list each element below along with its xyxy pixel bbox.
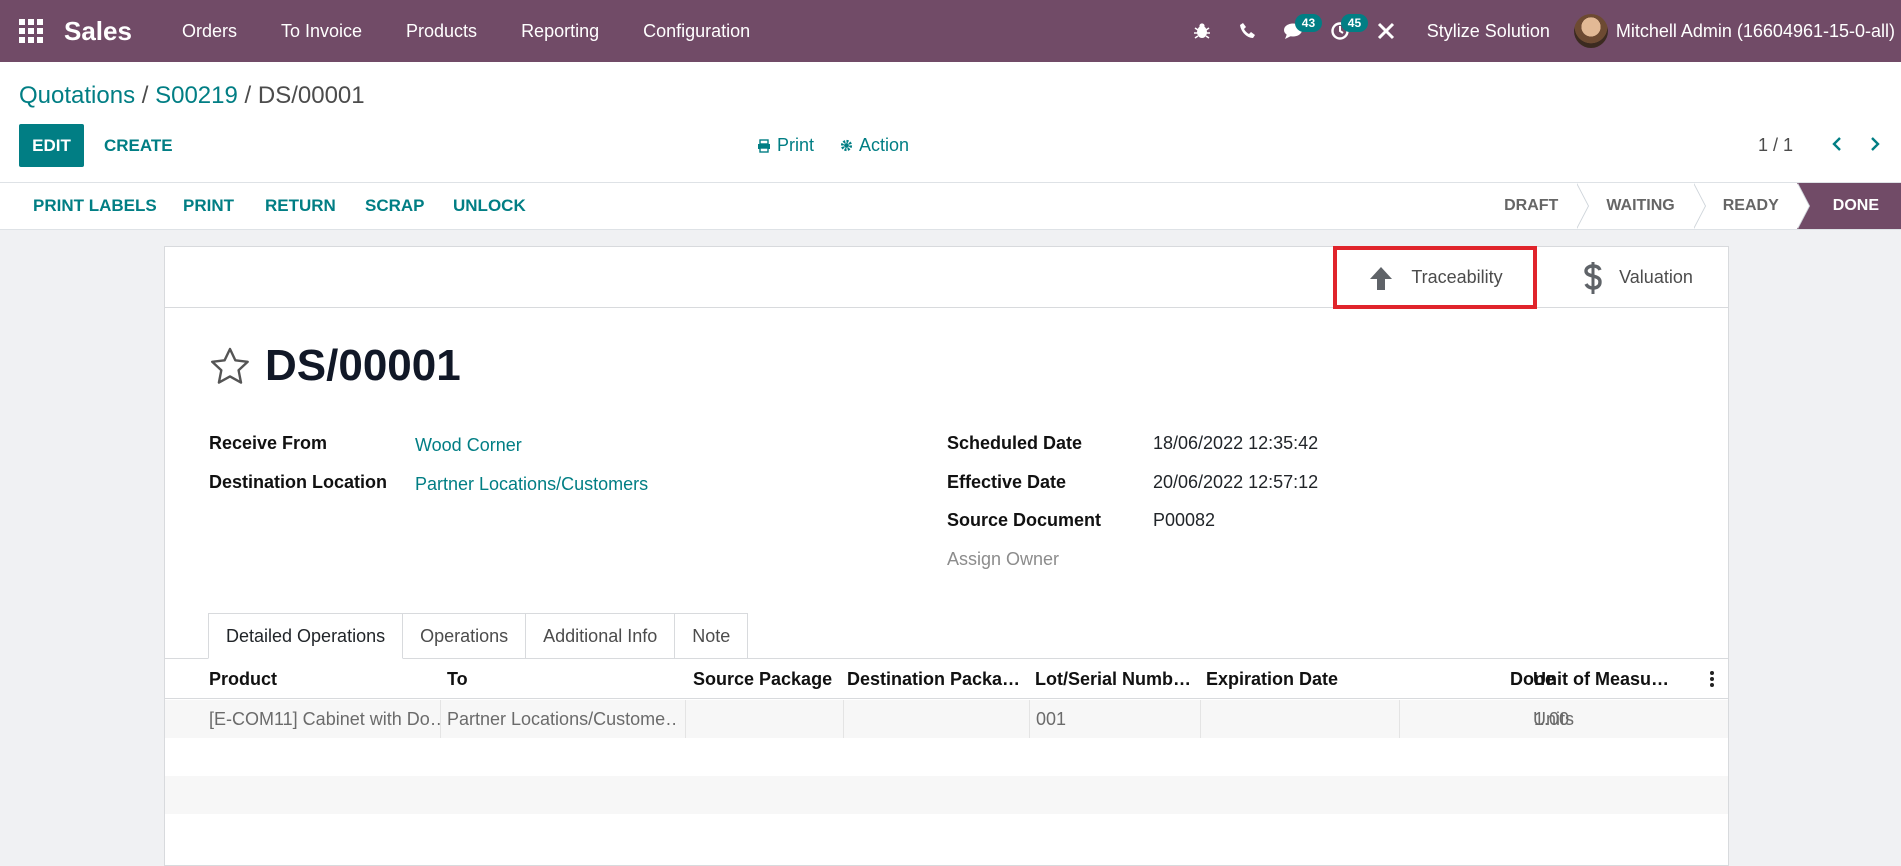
source-document-label: Source Document	[947, 510, 1102, 530]
menu-orders[interactable]: Orders	[160, 0, 259, 62]
breadcrumb-order[interactable]: S00219	[155, 82, 238, 109]
unlock-button[interactable]: UNLOCK	[453, 183, 526, 229]
stage-draft: DRAFT	[1474, 183, 1590, 229]
tab-detailed-operations[interactable]: Detailed Operations	[208, 613, 404, 659]
action-dropdown[interactable]: Action	[840, 135, 909, 156]
breadcrumb-separator: /	[135, 82, 156, 109]
traceability-button[interactable]: Traceability	[1333, 246, 1537, 309]
pager-next-icon[interactable]	[1863, 130, 1887, 158]
table-header: Product To Source Package Destination Pa…	[165, 659, 1728, 699]
menu-products[interactable]: Products	[384, 0, 499, 62]
top-navbar: Sales Orders To Invoice Products Reporti…	[0, 0, 1901, 62]
printer-icon	[758, 138, 770, 153]
effective-date-label: Effective Date	[947, 472, 1067, 492]
stage-done-label: DONE	[1832, 197, 1879, 214]
cell-unit-of-measure: Units	[1533, 708, 1575, 729]
stage-waiting: WAITING	[1576, 183, 1707, 229]
menu-configuration[interactable]: Configuration	[621, 0, 772, 62]
menu-reporting[interactable]: Reporting	[499, 0, 621, 62]
smart-button-box: Traceability Valuation	[165, 246, 1728, 309]
dollar-icon	[1584, 261, 1602, 294]
breadcrumb-current: DS/00001	[257, 82, 365, 109]
col-lot-serial[interactable]: Lot/Serial Numb…	[1035, 659, 1195, 699]
col-destination-package[interactable]: Destination Packa…	[847, 659, 1025, 699]
app-name[interactable]: Sales	[64, 16, 132, 47]
cell-lot-serial: 001	[1036, 708, 1067, 729]
tab-operations[interactable]: Operations	[403, 613, 527, 659]
company-switcher[interactable]: Stylize Solution	[1409, 21, 1574, 42]
phone-icon[interactable]	[1225, 0, 1271, 62]
gear-icon	[840, 139, 853, 152]
action-label: Action	[859, 135, 910, 155]
cell-expiration-date	[1206, 700, 1376, 738]
cell-product: [E-COM11] Cabinet with Do…	[209, 708, 441, 729]
assign-owner-label[interactable]: Assign Owner	[947, 549, 1059, 570]
breadcrumb-separator: /	[237, 82, 258, 109]
arrow-up-icon	[1370, 266, 1393, 290]
pager-value[interactable]: 1 / 1	[1758, 135, 1793, 156]
menu-to-invoice[interactable]: To Invoice	[259, 0, 384, 62]
receive-from-label: Receive From	[209, 433, 328, 453]
effective-date-value: 20/06/2022 12:57:12	[1153, 472, 1319, 492]
traceability-label: Traceability	[1411, 267, 1503, 287]
messages-icon[interactable]: 43	[1271, 0, 1323, 62]
col-source-package[interactable]: Source Package	[693, 659, 841, 699]
cell-destination-package	[847, 700, 1025, 738]
bug-icon[interactable]	[1179, 0, 1225, 62]
cell-to: Partner Locations/Custome…	[447, 708, 679, 729]
col-to[interactable]: To	[447, 659, 677, 699]
tools-icon[interactable]	[1363, 0, 1409, 62]
tab-additional-info[interactable]: Additional Info	[526, 613, 676, 659]
cell-source-package	[693, 700, 841, 738]
control-panel: Quotations / S00219 / DS/00001 EDIT CREA…	[0, 62, 1901, 182]
col-expiration-date[interactable]: Expiration Date	[1206, 659, 1376, 699]
scheduled-date-value: 18/06/2022 12:35:42	[1153, 433, 1319, 453]
table-row-empty	[165, 738, 1728, 776]
scheduled-date-label: Scheduled Date	[947, 433, 1083, 453]
record-name: DS/00001	[265, 341, 461, 390]
breadcrumb: Quotations / S00219 / DS/00001	[19, 82, 365, 110]
scrap-button[interactable]: SCRAP	[365, 183, 425, 229]
source-document-value: P00082	[1153, 510, 1216, 530]
print-button[interactable]: PRINT	[183, 183, 234, 229]
destination-location-value[interactable]: Partner Locations/Customers	[415, 474, 648, 495]
print-label: Print	[777, 135, 815, 155]
return-button[interactable]: RETURN	[265, 183, 336, 229]
valuation-label: Valuation	[1619, 267, 1693, 287]
receive-from-value[interactable]: Wood Corner	[415, 435, 522, 456]
valuation-button[interactable]: Valuation	[1548, 247, 1728, 308]
star-icon[interactable]	[209, 346, 251, 386]
record-title-row: DS/00001	[209, 341, 461, 391]
table-row[interactable]: [E-COM11] Cabinet with Do… Partner Locat…	[165, 700, 1728, 738]
stage-pipeline: DRAFT WAITING READY DONE	[1474, 183, 1901, 229]
col-product[interactable]: Product	[209, 659, 439, 699]
status-bar: PRINT LABELS PRINT RETURN SCRAP UNLOCK D…	[0, 182, 1901, 230]
col-unit-of-measure[interactable]: Unit of Measu…	[1533, 659, 1683, 699]
table-row-empty	[165, 776, 1728, 814]
form-sheet: Traceability Valuation DS/00001 Receive …	[164, 246, 1729, 866]
print-labels-button[interactable]: PRINT LABELS	[33, 183, 157, 229]
breadcrumb-quotations[interactable]: Quotations	[19, 82, 135, 109]
stage-done: DONE	[1796, 183, 1901, 229]
user-avatar[interactable]	[1573, 14, 1608, 48]
create-button[interactable]: CREATE	[104, 124, 173, 167]
print-dropdown[interactable]: Print	[757, 135, 814, 156]
column-options-icon[interactable]	[1710, 659, 1722, 699]
tab-note[interactable]: Note	[675, 613, 749, 659]
stage-ready: READY	[1693, 183, 1810, 229]
edit-button[interactable]: EDIT	[19, 124, 84, 167]
user-menu[interactable]: Mitchell Admin (16604961-15-0-all)	[1616, 21, 1901, 42]
destination-location-label: Destination Location	[209, 472, 388, 492]
activities-icon[interactable]: 45	[1317, 0, 1369, 62]
apps-menu-icon[interactable]	[0, 0, 62, 62]
pager-previous-icon[interactable]	[1825, 130, 1849, 158]
notebook-tabs: Detailed Operations Operations Additiona…	[208, 613, 749, 659]
